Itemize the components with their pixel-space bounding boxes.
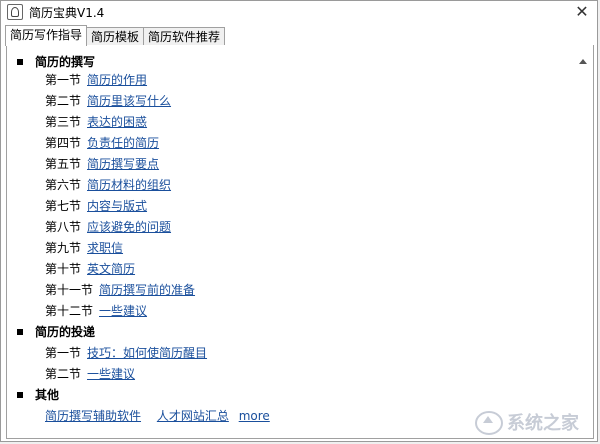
window-title: 简历宝典V1.4 — [29, 5, 105, 20]
tab-resume-software[interactable]: 简历软件推荐 — [143, 27, 226, 46]
job-sites-summary-link[interactable]: 人才网站汇总 — [157, 409, 229, 423]
topic-link[interactable]: 一些建议 — [87, 367, 135, 381]
topic-link[interactable]: 求职信 — [87, 241, 123, 255]
topic-link[interactable]: 技巧：如何使简历醒目 — [87, 346, 207, 360]
topic-link[interactable]: 简历里该写什么 — [87, 94, 171, 108]
topic-link[interactable]: 简历的作用 — [87, 73, 147, 87]
topic-link[interactable]: 简历撰写要点 — [87, 157, 159, 171]
section-number: 第十一节 — [45, 283, 94, 297]
list-item: 第二节 简历里该写什么 — [45, 92, 171, 109]
list-item: 第七节 内容与版式 — [45, 197, 147, 214]
tab-content: 简历的撰写 第一节 简历的作用 第二节 简历里该写什么 第三节 表达的困惑 第四节 负责… — [6, 45, 594, 439]
section-number: 第四节 — [45, 136, 82, 150]
app-icon — [7, 4, 23, 20]
section-title: 简历的撰写 — [35, 55, 96, 69]
list-item: 第十节 英文简历 — [45, 260, 135, 277]
list-item: 第二节 一些建议 — [45, 365, 135, 382]
list-item: 第十二节 一些建议 — [45, 302, 147, 319]
section-number: 第八节 — [45, 220, 82, 234]
collapse-arrow-icon[interactable] — [579, 59, 587, 65]
topic-link[interactable]: 表达的困惑 — [87, 115, 147, 129]
section-number: 第三节 — [45, 115, 82, 129]
close-button[interactable]: ✕ — [573, 3, 591, 21]
list-item: 第一节 简历的作用 — [45, 71, 147, 88]
section-title: 简历的投递 — [35, 325, 96, 339]
app-window: 简历宝典V1.4 ✕ 简历写作指导 简历模板 简历软件推荐 简历的撰写 第一节简… — [0, 0, 598, 442]
section-number: 第十二节 — [45, 304, 94, 318]
section-number: 第一节 — [45, 73, 82, 87]
other-links-row: 简历撰写辅助软件 人才网站汇总 more — [45, 407, 270, 424]
topic-link[interactable]: 内容与版式 — [87, 199, 147, 213]
section-heading-delivery: 简历的投递 — [17, 323, 95, 340]
bullet-icon — [17, 58, 23, 65]
section-number: 第九节 — [45, 241, 82, 255]
list-item: 第四节 负责任的简历 — [45, 134, 159, 151]
section-number: 第七节 — [45, 199, 82, 213]
title-bar: 简历宝典V1.4 ✕ — [1, 1, 597, 23]
section-number: 第六节 — [45, 178, 82, 192]
section-number: 第二节 — [45, 94, 82, 108]
topic-link[interactable]: 负责任的简历 — [87, 136, 159, 150]
topic-link[interactable]: 应该避免的问题 — [87, 220, 171, 234]
list-item: 第九节 求职信 — [45, 239, 123, 256]
section-number: 第十节 — [45, 262, 82, 276]
list-item: 第十一节 简历撰写前的准备 — [45, 281, 195, 298]
list-item: 第三节 表达的困惑 — [45, 113, 147, 130]
topic-link[interactable]: 一些建议 — [99, 304, 147, 318]
bullet-icon — [17, 391, 23, 398]
tab-resume-templates[interactable]: 简历模板 — [86, 27, 145, 46]
section-title: 其他 — [35, 388, 60, 402]
tab-strip: 简历写作指导 简历模板 简历软件推荐 — [5, 25, 594, 46]
list-item: 第五节 简历撰写要点 — [45, 155, 159, 172]
more-link[interactable]: more — [239, 409, 270, 423]
list-item: 第六节 简历材料的组织 — [45, 176, 171, 193]
section-heading-other: 其他 — [17, 386, 59, 403]
section-number: 第二节 — [45, 367, 82, 381]
section-number: 第一节 — [45, 346, 82, 360]
list-item: 第一节 技巧：如何使简历醒目 — [45, 344, 207, 361]
section-heading-writing: 简历的撰写 — [17, 53, 95, 70]
site-watermark: 系统之家 — [475, 411, 580, 435]
list-item: 第八节 应该避免的问题 — [45, 218, 171, 235]
tab-resume-writing-guide[interactable]: 简历写作指导 — [5, 25, 88, 46]
svg-text:系统之家: 系统之家 — [507, 412, 580, 434]
topic-link[interactable]: 简历材料的组织 — [87, 178, 171, 192]
resume-helper-software-link[interactable]: 简历撰写辅助软件 — [45, 409, 141, 423]
topic-link[interactable]: 简历撰写前的准备 — [99, 283, 195, 297]
bullet-icon — [17, 328, 23, 335]
section-number: 第五节 — [45, 157, 82, 171]
topic-link[interactable]: 英文简历 — [87, 262, 135, 276]
